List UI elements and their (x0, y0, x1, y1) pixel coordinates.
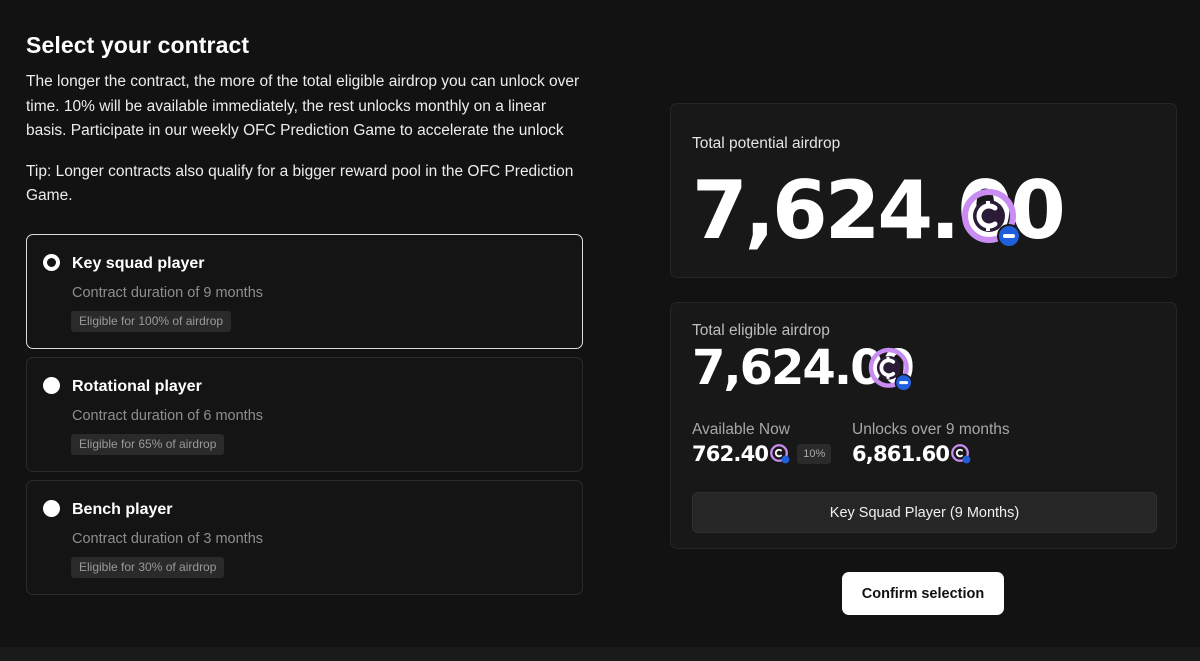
available-now-label: Available Now (692, 421, 790, 438)
page-title: Select your contract (26, 32, 250, 58)
ofc-coin-icon (951, 444, 971, 464)
unlocks-label: Unlocks over 9 months (852, 421, 1010, 438)
tip-text: Tip: Longer contracts also qualify for a… (26, 162, 574, 205)
bottom-strip (0, 647, 1200, 661)
available-now-block: Available Now 762.40 10% (692, 421, 832, 467)
unlocks-amount: 6,861.60 (852, 442, 950, 466)
option-duration: Contract duration of 9 months (72, 284, 264, 301)
eligibility-badge: Eligible for 100% of airdrop (71, 310, 232, 332)
option-key-squad-player[interactable]: Key squad player Contract duration of 9 … (26, 233, 583, 349)
option-duration: Contract duration of 3 months (72, 530, 264, 547)
ofc-coin-icon (770, 444, 790, 464)
eligibility-badge: Eligible for 65% of airdrop (71, 433, 225, 455)
unlocks-block: Unlocks over 9 months 6,861.60 (852, 421, 1010, 467)
option-duration: Contract duration of 6 months (72, 407, 264, 424)
radio-icon[interactable] (43, 499, 60, 517)
potential-label: Total potential airdrop (692, 135, 841, 152)
eligible-airdrop-card: Total eligible airdrop 7,624.00 Availabl… (670, 302, 1177, 549)
option-title: Key squad player (72, 254, 205, 272)
confirm-selection-button[interactable]: Confirm selection (842, 572, 1004, 615)
eligible-label: Total eligible airdrop (692, 322, 830, 339)
available-now-amount: 762.40 (692, 442, 769, 466)
ofc-coin-icon (962, 189, 1021, 248)
available-percent-badge: 10% (797, 444, 832, 464)
contract-selection-page: Select your contract The longer the cont… (0, 0, 1200, 661)
description-text: The longer the contract, the more of the… (26, 73, 580, 139)
option-title: Bench player (72, 500, 173, 518)
ofc-coin-icon (868, 347, 913, 392)
radio-icon[interactable] (43, 376, 60, 394)
contract-selection-panel: Select your contract The longer the cont… (26, 30, 586, 603)
potential-airdrop-card: Total potential airdrop 7,624.00 (670, 103, 1177, 278)
selected-contract-label: Key Squad Player (9 Months) (692, 492, 1157, 533)
option-title: Rotational player (72, 377, 202, 395)
contract-options: Key squad player Contract duration of 9 … (26, 233, 586, 595)
radio-selected-icon[interactable] (43, 253, 60, 271)
eligibility-badge: Eligible for 30% of airdrop (71, 556, 225, 578)
option-bench-player[interactable]: Bench player Contract duration of 3 mont… (26, 479, 583, 595)
option-rotational-player[interactable]: Rotational player Contract duration of 6… (26, 356, 583, 472)
